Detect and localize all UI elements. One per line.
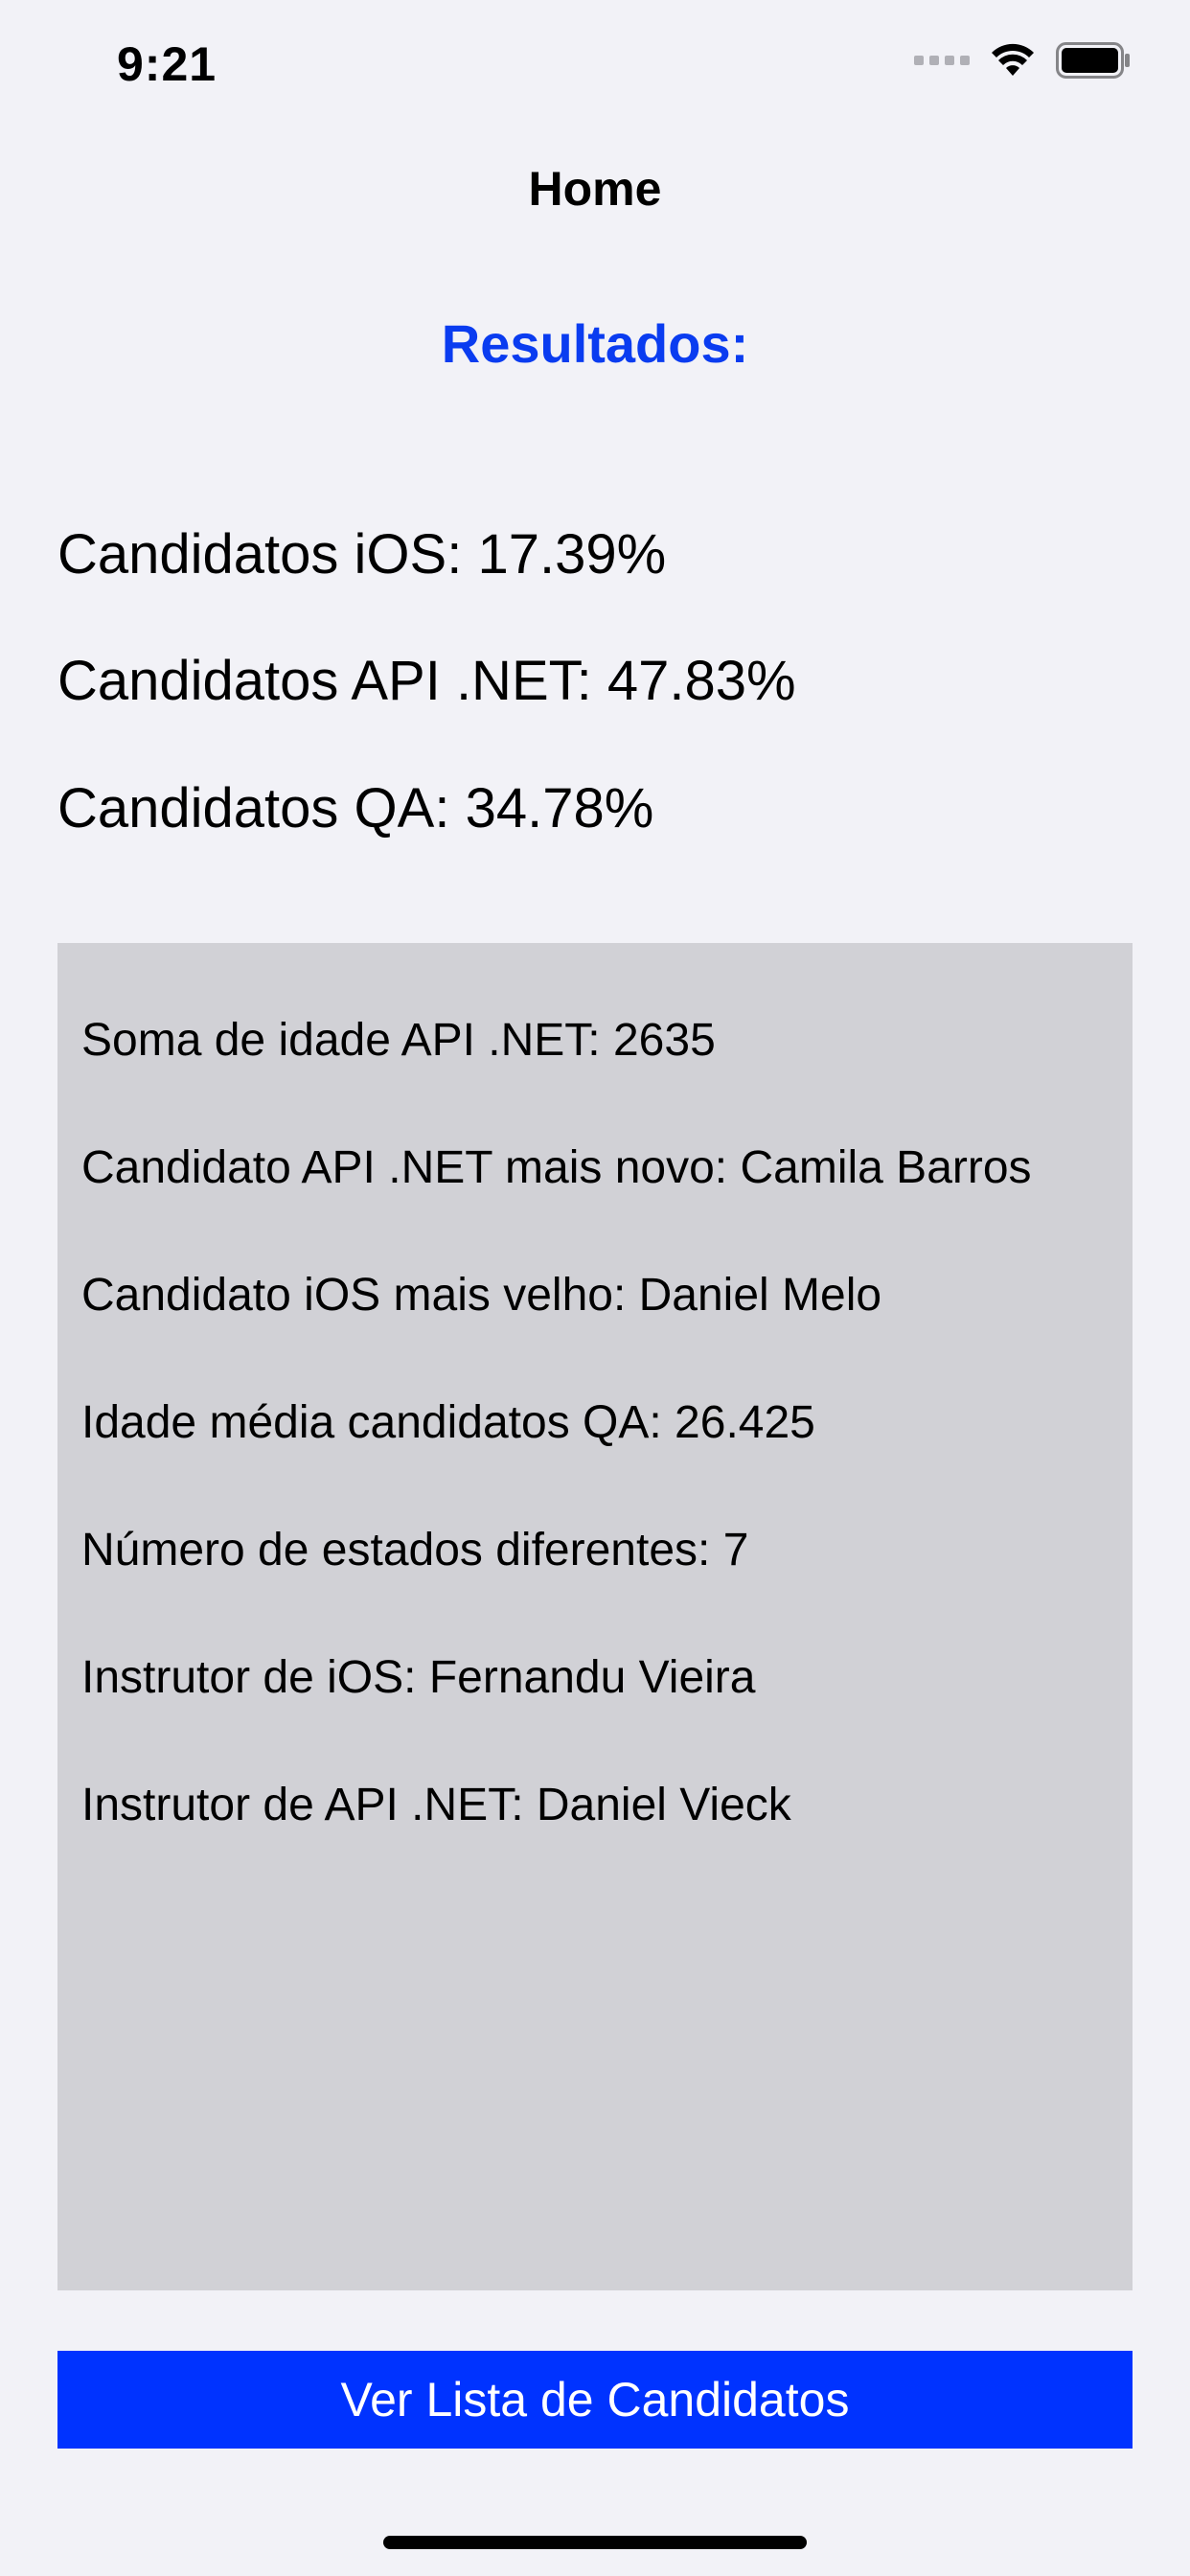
- info-line-api-net-instructor: Instrutor de API .NET: Daniel Vieck: [81, 1780, 791, 1830]
- view-candidates-list-button[interactable]: Ver Lista de Candidatos: [57, 2351, 1133, 2449]
- battery-icon: [1056, 42, 1130, 79]
- status-time: 9:21: [117, 37, 217, 91]
- stat-api-net-percentage: Candidatos API .NET: 47.83%: [57, 650, 796, 712]
- info-panel: Soma de idade API .NET: 2635 Candidato A…: [57, 943, 1133, 2290]
- wifi-icon: [992, 43, 1034, 76]
- info-line-api-net-youngest: Candidato API .NET mais novo: Camila Bar…: [81, 1142, 1032, 1193]
- stat-qa-percentage: Candidatos QA: 34.78%: [57, 777, 654, 840]
- info-line-ios-instructor: Instrutor de iOS: Fernandu Vieira: [81, 1652, 756, 1703]
- stat-ios-percentage: Candidatos iOS: 17.39%: [57, 523, 667, 586]
- page-title: Home: [528, 162, 662, 216]
- status-bar: 9:21: [0, 0, 1190, 134]
- info-line-api-net-age-sum: Soma de idade API .NET: 2635: [81, 1015, 716, 1066]
- status-icons: [914, 42, 1131, 79]
- info-line-qa-average-age: Idade média candidatos QA: 26.425: [81, 1397, 815, 1448]
- info-line-distinct-states: Número de estados diferentes: 7: [81, 1525, 749, 1576]
- cellular-signal-icon: [914, 56, 970, 65]
- info-line-ios-oldest: Candidato iOS mais velho: Daniel Melo: [81, 1270, 882, 1321]
- results-heading: Resultados:: [441, 313, 749, 374]
- home-indicator[interactable]: [383, 2536, 807, 2549]
